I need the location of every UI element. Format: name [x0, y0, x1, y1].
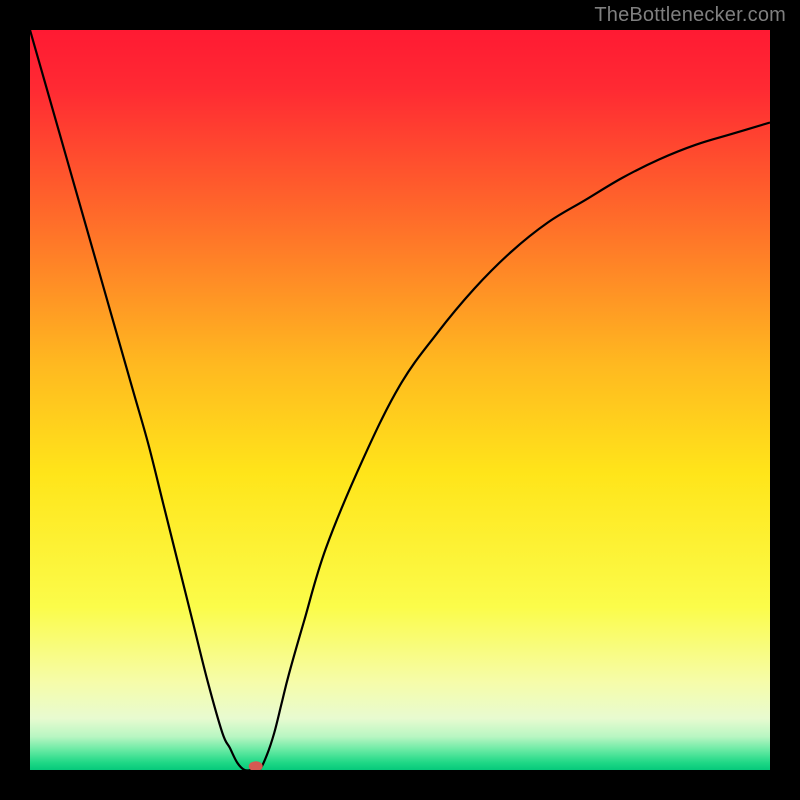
plot-area [30, 30, 770, 770]
gradient-background [30, 30, 770, 770]
watermark-text: TheBottlenecker.com [594, 4, 786, 27]
chart-svg [30, 30, 770, 770]
chart-frame: TheBottlenecker.com [0, 0, 800, 800]
